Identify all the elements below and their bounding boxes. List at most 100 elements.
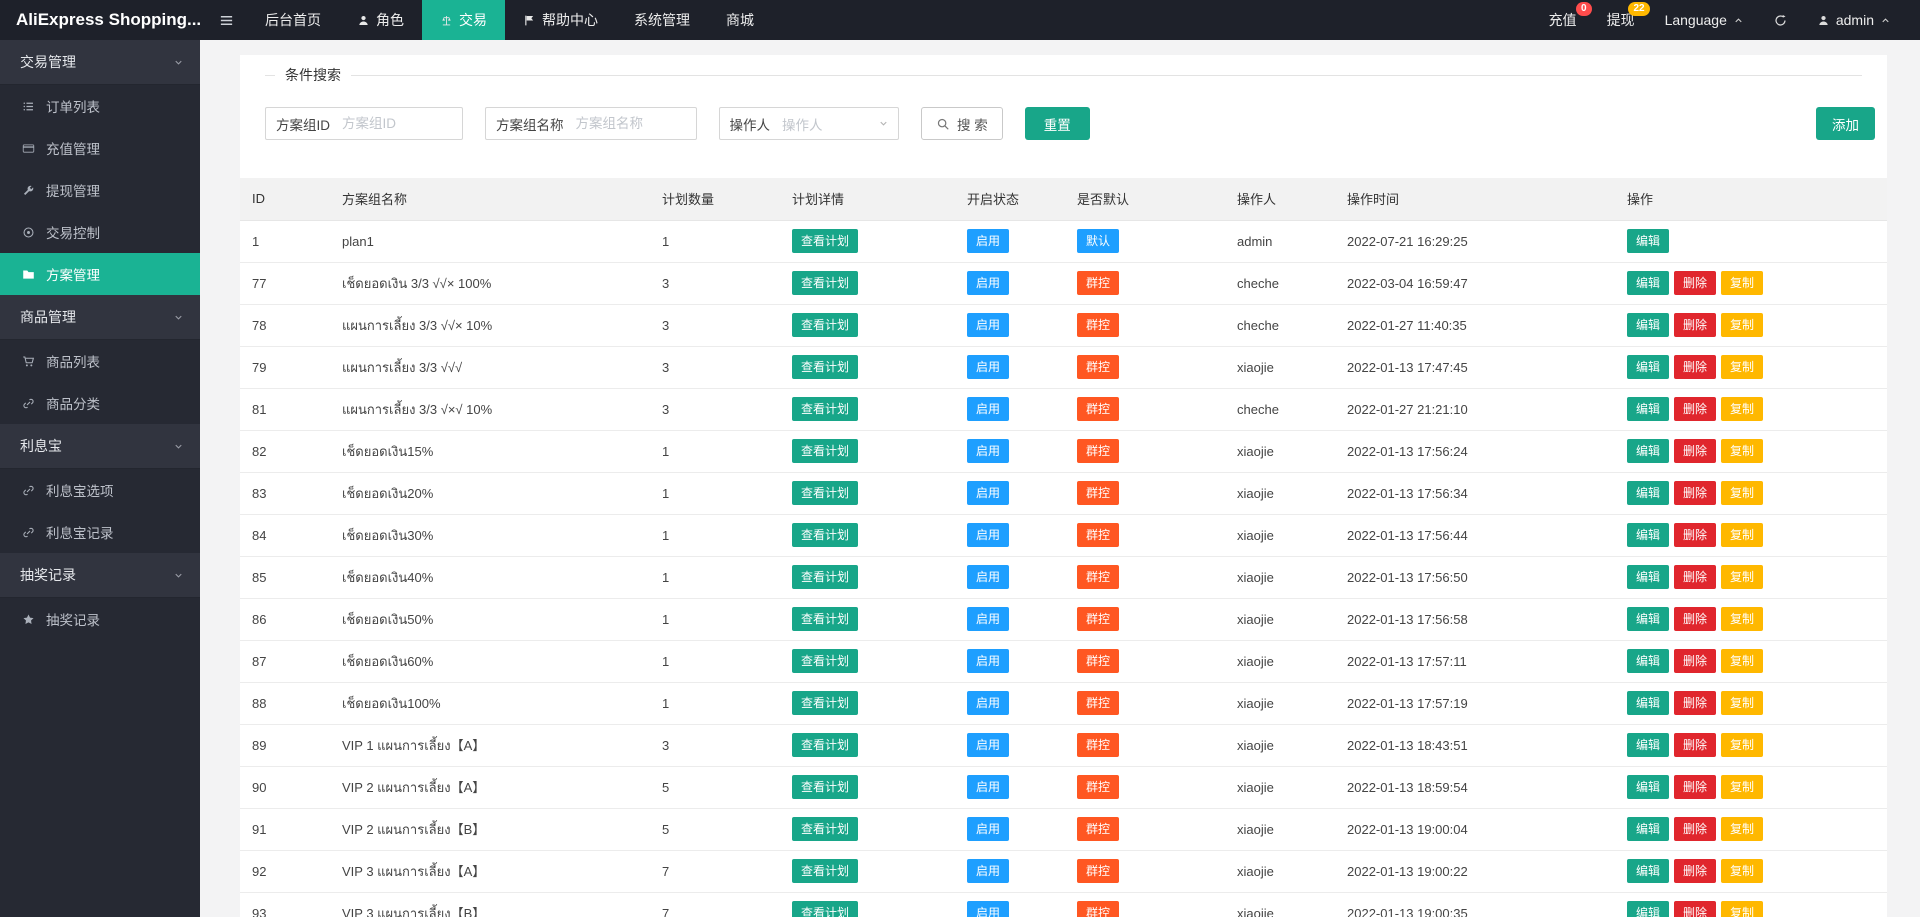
view-plan-button[interactable]: 查看计划 [792, 775, 858, 799]
view-plan-button[interactable]: 查看计划 [792, 901, 858, 917]
edit-button[interactable]: 编辑 [1627, 649, 1669, 673]
sidebar-group-lottery[interactable]: 抽奖记录 [0, 553, 200, 598]
sidebar-group-lixibao[interactable]: 利息宝 [0, 424, 200, 469]
group-control-badge[interactable]: 群控 [1077, 355, 1119, 379]
copy-button[interactable]: 复制 [1721, 355, 1763, 379]
copy-button[interactable]: 复制 [1721, 691, 1763, 715]
user-menu[interactable]: admin [1802, 0, 1906, 40]
recharge-link[interactable]: 充值 0 [1534, 0, 1592, 40]
view-plan-button[interactable]: 查看计划 [792, 481, 858, 505]
edit-button[interactable]: 编辑 [1627, 481, 1669, 505]
edit-button[interactable]: 编辑 [1627, 229, 1669, 253]
delete-button[interactable]: 删除 [1674, 733, 1716, 757]
sidebar-item-withdraw-manage[interactable]: 提现管理 [0, 169, 200, 211]
delete-button[interactable]: 删除 [1674, 271, 1716, 295]
edit-button[interactable]: 编辑 [1627, 691, 1669, 715]
group-control-badge[interactable]: 群控 [1077, 565, 1119, 589]
status-enabled-button[interactable]: 启用 [967, 523, 1009, 547]
status-enabled-button[interactable]: 启用 [967, 607, 1009, 631]
refresh-button[interactable] [1759, 0, 1802, 40]
status-enabled-button[interactable]: 启用 [967, 271, 1009, 295]
nav-item-home[interactable]: 后台首页 [247, 0, 339, 40]
sidebar-item-lottery-records[interactable]: 抽奖记录 [0, 598, 200, 640]
group-control-badge[interactable]: 群控 [1077, 817, 1119, 841]
plan-group-name-input[interactable] [568, 108, 696, 139]
status-enabled-button[interactable]: 启用 [967, 901, 1009, 917]
nav-item-trade[interactable]: 交易 [422, 0, 505, 40]
delete-button[interactable]: 删除 [1674, 481, 1716, 505]
copy-button[interactable]: 复制 [1721, 859, 1763, 883]
view-plan-button[interactable]: 查看计划 [792, 859, 858, 883]
copy-button[interactable]: 复制 [1721, 397, 1763, 421]
copy-button[interactable]: 复制 [1721, 775, 1763, 799]
view-plan-button[interactable]: 查看计划 [792, 229, 858, 253]
group-control-badge[interactable]: 群控 [1077, 733, 1119, 757]
edit-button[interactable]: 编辑 [1627, 355, 1669, 379]
default-badge[interactable]: 默认 [1077, 229, 1119, 253]
delete-button[interactable]: 删除 [1674, 775, 1716, 799]
sidebar-item-lixibao-records[interactable]: 利息宝记录 [0, 511, 200, 553]
view-plan-button[interactable]: 查看计划 [792, 565, 858, 589]
edit-button[interactable]: 编辑 [1627, 397, 1669, 421]
view-plan-button[interactable]: 查看计划 [792, 691, 858, 715]
copy-button[interactable]: 复制 [1721, 313, 1763, 337]
nav-item-help[interactable]: 帮助中心 [505, 0, 616, 40]
delete-button[interactable]: 删除 [1674, 691, 1716, 715]
group-control-badge[interactable]: 群控 [1077, 313, 1119, 337]
view-plan-button[interactable]: 查看计划 [792, 607, 858, 631]
sidebar-group-goods-management[interactable]: 商品管理 [0, 295, 200, 340]
status-enabled-button[interactable]: 启用 [967, 859, 1009, 883]
copy-button[interactable]: 复制 [1721, 607, 1763, 631]
reset-button[interactable]: 重置 [1025, 107, 1090, 140]
view-plan-button[interactable]: 查看计划 [792, 313, 858, 337]
status-enabled-button[interactable]: 启用 [967, 691, 1009, 715]
copy-button[interactable]: 复制 [1721, 649, 1763, 673]
sidebar-item-lixibao-options[interactable]: 利息宝选项 [0, 469, 200, 511]
sidebar-item-plan-manage[interactable]: 方案管理 [0, 253, 200, 295]
edit-button[interactable]: 编辑 [1627, 271, 1669, 295]
copy-button[interactable]: 复制 [1721, 481, 1763, 505]
view-plan-button[interactable]: 查看计划 [792, 817, 858, 841]
delete-button[interactable]: 删除 [1674, 817, 1716, 841]
edit-button[interactable]: 编辑 [1627, 439, 1669, 463]
view-plan-button[interactable]: 查看计划 [792, 733, 858, 757]
sidebar-item-trade-control[interactable]: 交易控制 [0, 211, 200, 253]
delete-button[interactable]: 删除 [1674, 859, 1716, 883]
delete-button[interactable]: 删除 [1674, 313, 1716, 337]
edit-button[interactable]: 编辑 [1627, 733, 1669, 757]
status-enabled-button[interactable]: 启用 [967, 397, 1009, 421]
language-menu[interactable]: Language [1650, 0, 1759, 40]
withdraw-link[interactable]: 提现 22 [1592, 0, 1650, 40]
edit-button[interactable]: 编辑 [1627, 607, 1669, 631]
group-control-badge[interactable]: 群控 [1077, 859, 1119, 883]
group-control-badge[interactable]: 群控 [1077, 691, 1119, 715]
search-button[interactable]: 搜 索 [921, 107, 1003, 140]
copy-button[interactable]: 复制 [1721, 523, 1763, 547]
edit-button[interactable]: 编辑 [1627, 817, 1669, 841]
copy-button[interactable]: 复制 [1721, 565, 1763, 589]
copy-button[interactable]: 复制 [1721, 733, 1763, 757]
view-plan-button[interactable]: 查看计划 [792, 271, 858, 295]
delete-button[interactable]: 删除 [1674, 607, 1716, 631]
edit-button[interactable]: 编辑 [1627, 901, 1669, 917]
status-enabled-button[interactable]: 启用 [967, 313, 1009, 337]
status-enabled-button[interactable]: 启用 [967, 481, 1009, 505]
copy-button[interactable]: 复制 [1721, 901, 1763, 917]
sidebar-item-goods-category[interactable]: 商品分类 [0, 382, 200, 424]
nav-item-roles[interactable]: 角色 [339, 0, 422, 40]
edit-button[interactable]: 编辑 [1627, 565, 1669, 589]
edit-button[interactable]: 编辑 [1627, 523, 1669, 547]
group-control-badge[interactable]: 群控 [1077, 523, 1119, 547]
edit-button[interactable]: 编辑 [1627, 859, 1669, 883]
group-control-badge[interactable]: 群控 [1077, 481, 1119, 505]
delete-button[interactable]: 删除 [1674, 355, 1716, 379]
delete-button[interactable]: 删除 [1674, 439, 1716, 463]
copy-button[interactable]: 复制 [1721, 439, 1763, 463]
menu-toggle-icon[interactable] [205, 0, 247, 40]
status-enabled-button[interactable]: 启用 [967, 355, 1009, 379]
group-control-badge[interactable]: 群控 [1077, 271, 1119, 295]
delete-button[interactable]: 删除 [1674, 565, 1716, 589]
add-button[interactable]: 添加 [1816, 107, 1875, 140]
view-plan-button[interactable]: 查看计划 [792, 523, 858, 547]
copy-button[interactable]: 复制 [1721, 271, 1763, 295]
